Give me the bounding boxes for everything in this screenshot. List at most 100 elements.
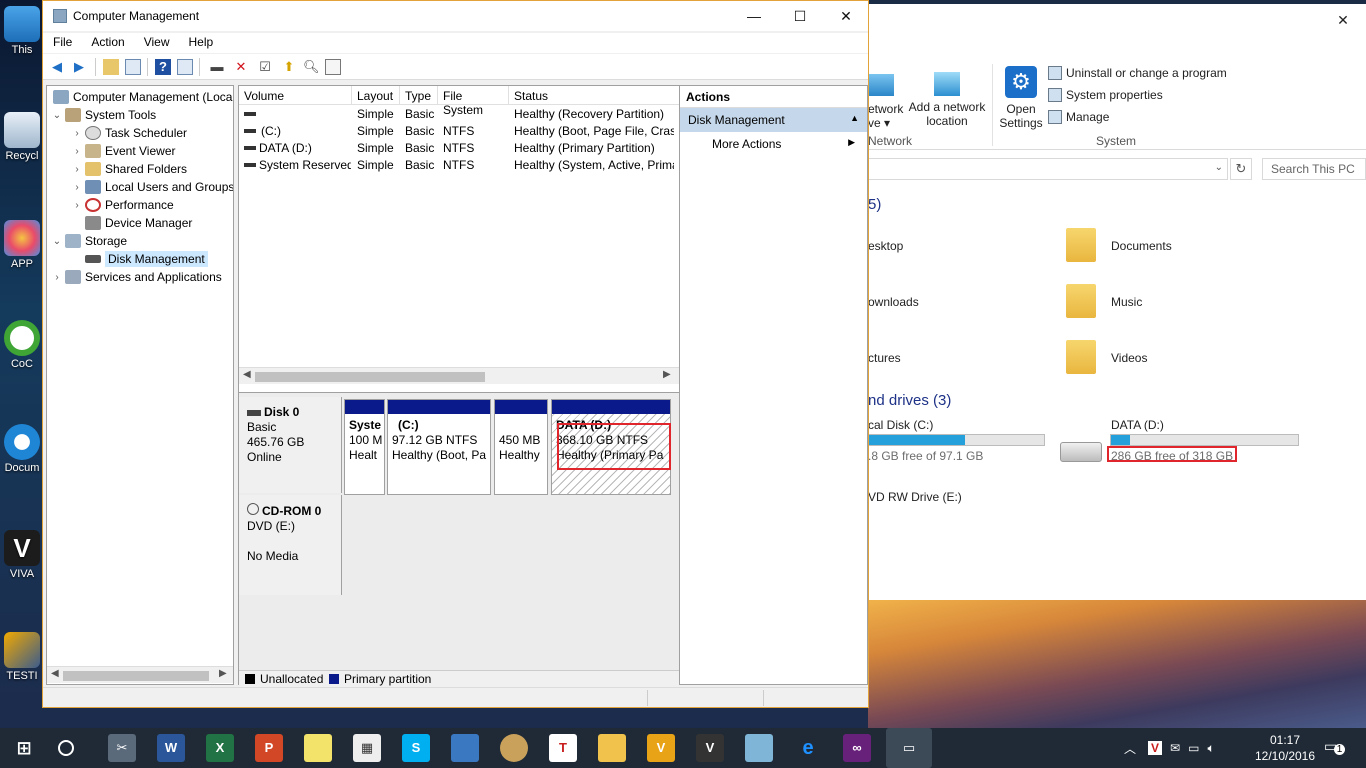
help-icon[interactable]: ?: [155, 59, 171, 75]
desktop-icon-docum[interactable]: Docum: [0, 424, 44, 474]
explorer-close-button[interactable]: ✕: [1320, 4, 1366, 36]
refresh-button[interactable]: ↻: [1230, 158, 1252, 180]
folder-item[interactable]: ownloads: [868, 295, 919, 309]
chevron-right-icon[interactable]: ›: [71, 128, 83, 139]
menu-file[interactable]: File: [43, 33, 81, 53]
chevron-right-icon[interactable]: ›: [51, 272, 63, 283]
disk-0-label[interactable]: Disk 0 Basic 465.76 GB Online: [239, 397, 342, 493]
wps-icon[interactable]: T: [549, 734, 577, 762]
system-properties-button[interactable]: System properties: [1048, 88, 1163, 102]
actions-section-disk-management[interactable]: Disk Management ▲: [680, 108, 867, 132]
scroll-left-icon[interactable]: ◀: [243, 369, 251, 380]
word-icon[interactable]: W: [157, 734, 185, 762]
view-list-icon[interactable]: [325, 59, 341, 75]
scrollbar-thumb[interactable]: [255, 372, 485, 382]
table-row[interactable]: Simple Basic Healthy (Recovery Partition…: [239, 106, 715, 123]
drive-d-label[interactable]: DATA (D:): [1111, 418, 1164, 432]
notification-center-icon[interactable]: ▭ 1: [1324, 738, 1345, 758]
open-settings-button[interactable]: ⚙ Open Settings: [996, 66, 1046, 130]
table-row[interactable]: (C:) Simple Basic NTFS Healthy (Boot, Pa…: [239, 123, 715, 140]
column-header-volume[interactable]: Volume: [239, 86, 352, 105]
checklist-icon[interactable]: ☑: [257, 59, 273, 75]
delete-icon[interactable]: ✕: [233, 59, 249, 75]
forward-arrow-icon[interactable]: ▶: [71, 59, 87, 75]
chevron-right-icon[interactable]: ›: [71, 146, 83, 157]
cortana-icon[interactable]: [58, 740, 74, 756]
properties-icon[interactable]: [177, 59, 193, 75]
powerpoint-icon[interactable]: P: [255, 734, 283, 762]
chevron-down-icon[interactable]: ⌄: [1215, 162, 1223, 173]
chevron-right-icon[interactable]: ›: [71, 182, 83, 193]
partition-recovery[interactable]: 450 MB Healthy: [494, 399, 548, 495]
desktop-icon-testi[interactable]: TESTI: [0, 632, 44, 682]
desktop-icon-viva[interactable]: V VIVA: [0, 530, 44, 580]
column-header-type[interactable]: Type: [400, 86, 438, 105]
desktop-icon-recycle-bin[interactable]: Recycl: [0, 112, 44, 162]
cdrom-0-label[interactable]: CD-ROM 0 DVD (E:) No Media: [239, 495, 342, 595]
sticky-notes-icon[interactable]: [304, 734, 332, 762]
scrollbar-thumb[interactable]: [63, 671, 209, 681]
calculator-icon[interactable]: ▦: [353, 734, 381, 762]
virtualbox-icon[interactable]: [745, 734, 773, 762]
folder-item[interactable]: Documents: [1111, 239, 1172, 253]
excel-icon[interactable]: X: [206, 734, 234, 762]
tree-item-local-users[interactable]: › Local Users and Groups: [71, 178, 233, 196]
map-network-drive-button[interactable]: etwork ve ▾: [868, 74, 908, 130]
search-icon[interactable]: 🔍︎: [303, 59, 320, 75]
language-icon[interactable]: ✉: [1170, 741, 1180, 755]
tree-item-performance[interactable]: › Performance: [71, 196, 174, 214]
export-icon[interactable]: ⬆: [281, 59, 297, 75]
skype-icon[interactable]: S: [402, 734, 430, 762]
more-actions-item[interactable]: More Actions ▶: [680, 132, 867, 156]
chevron-right-icon[interactable]: ›: [71, 164, 83, 175]
remote-desktop-icon[interactable]: [451, 734, 479, 762]
show-hide-tree-icon[interactable]: [125, 59, 141, 75]
clock[interactable]: 01:17 12/10/2016: [1246, 732, 1324, 764]
volume-icon[interactable]: 🔈︎: [1207, 741, 1214, 756]
file-explorer-icon[interactable]: [598, 734, 626, 762]
folder-item[interactable]: Music: [1111, 295, 1142, 309]
manage-button[interactable]: Manage: [1048, 110, 1109, 124]
tree-item-storage[interactable]: ⌄ Storage: [51, 232, 127, 250]
table-row[interactable]: DATA (D:) Simple Basic NTFS Healthy (Pri…: [239, 140, 715, 157]
close-button[interactable]: ✕: [823, 1, 869, 31]
vlc-like-icon[interactable]: V: [647, 734, 675, 762]
scroll-right-icon[interactable]: ▶: [219, 668, 227, 679]
edge-icon[interactable]: e: [794, 734, 822, 762]
menu-help[interactable]: Help: [179, 33, 223, 53]
minimize-button[interactable]: —: [731, 1, 777, 31]
computer-management-task-icon[interactable]: ▭: [886, 728, 932, 768]
column-header-layout[interactable]: Layout: [352, 86, 400, 105]
chevron-up-icon[interactable]: ︿: [1124, 740, 1136, 757]
visual-studio-icon[interactable]: ∞: [843, 734, 871, 762]
search-input[interactable]: Search This PC: [1262, 158, 1366, 180]
chevron-up-icon[interactable]: ▲: [850, 113, 859, 127]
tree-item-event-viewer[interactable]: › Event Viewer: [71, 142, 175, 160]
folder-item[interactable]: esktop: [868, 239, 903, 253]
folder-item[interactable]: Videos: [1111, 351, 1147, 365]
partition-system-reserved[interactable]: Syste 100 M Healt: [344, 399, 385, 495]
scroll-left-icon[interactable]: ◀: [51, 668, 59, 679]
desktop-icon-coc[interactable]: CoC: [0, 320, 44, 370]
folder-item[interactable]: ctures: [868, 351, 901, 365]
tree-item-device-manager[interactable]: Device Manager: [71, 214, 192, 232]
tree-item-disk-management[interactable]: Disk Management: [71, 250, 208, 268]
tray-app-icon[interactable]: V: [1148, 741, 1163, 755]
add-network-location-button[interactable]: Add a network location: [906, 72, 988, 128]
network-icon[interactable]: ▭: [1188, 741, 1199, 755]
tree-item-system-tools[interactable]: ⌄ System Tools: [51, 106, 156, 124]
tree-item-task-scheduler[interactable]: › Task Scheduler: [71, 124, 187, 142]
table-row[interactable]: System Reserved Simple Basic NTFS Health…: [239, 157, 715, 174]
partition-c[interactable]: (C:) 97.12 GB NTFS Healthy (Boot, Pa: [387, 399, 491, 495]
start-icon[interactable]: ⊞: [10, 734, 38, 762]
column-header-file-system[interactable]: File System: [438, 86, 509, 117]
back-arrow-icon[interactable]: ◀: [49, 59, 65, 75]
tree-item-computer-management[interactable]: Computer Management (Local: [51, 88, 233, 106]
scroll-right-icon[interactable]: ▶: [663, 369, 671, 380]
list-horizontal-scrollbar[interactable]: ◀ ▶: [239, 367, 715, 384]
paint-icon[interactable]: [500, 734, 528, 762]
drive-e-label[interactable]: VD RW Drive (E:): [868, 490, 962, 504]
menu-view[interactable]: View: [134, 33, 179, 53]
uninstall-program-button[interactable]: Uninstall or change a program: [1048, 66, 1227, 80]
chevron-down-icon[interactable]: ⌄: [51, 236, 63, 247]
